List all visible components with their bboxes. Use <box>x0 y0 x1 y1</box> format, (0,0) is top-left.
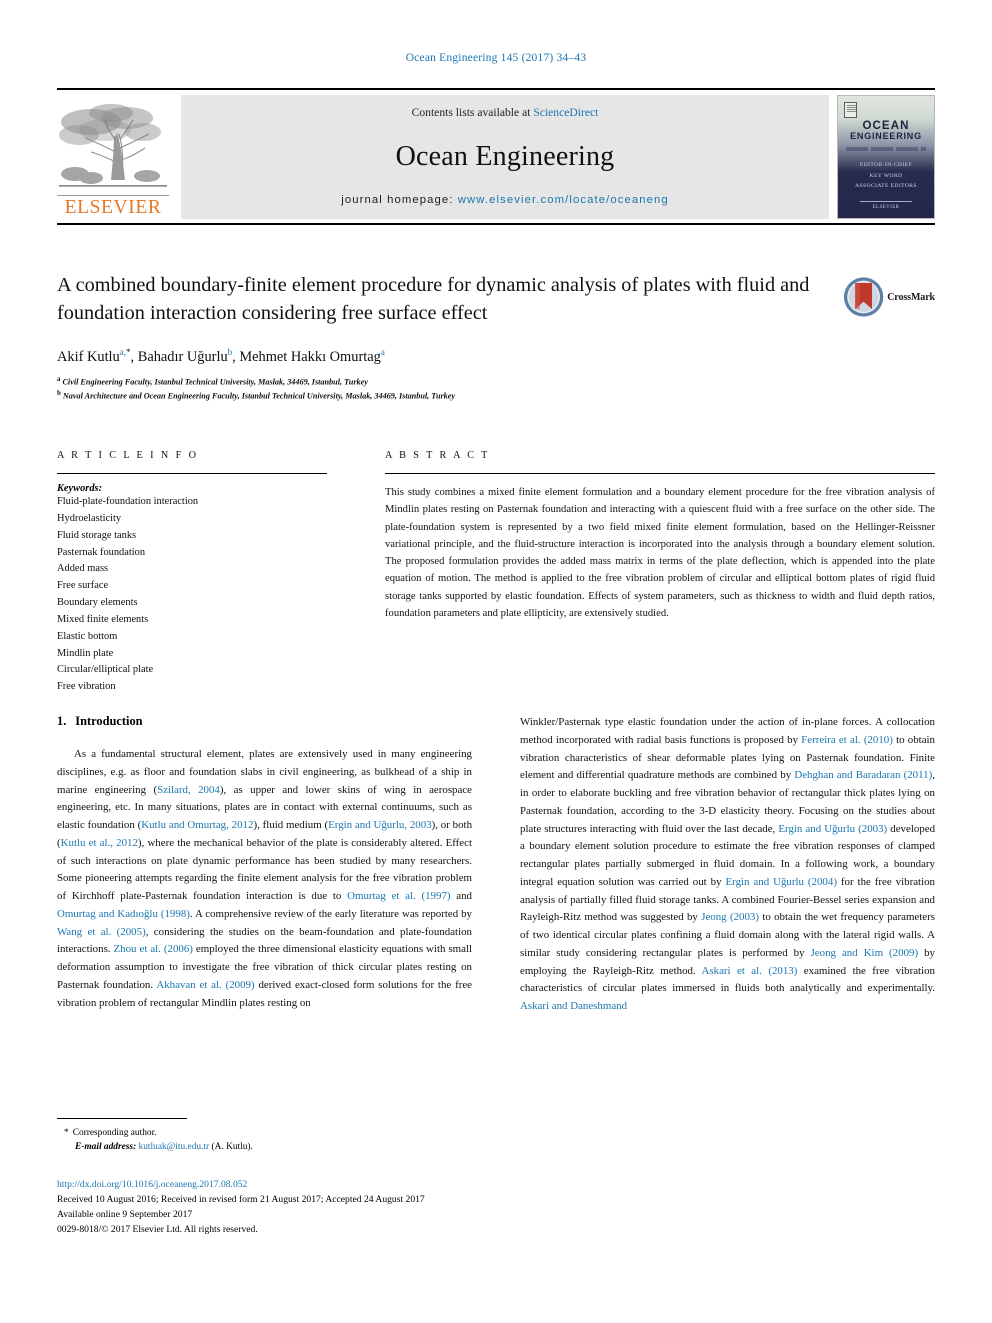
keywords-list: Fluid-plate-foundation interaction Hydro… <box>57 494 327 696</box>
crossmark-label: CrossMark <box>887 291 935 303</box>
keyword-item: Free surface <box>57 580 109 592</box>
affiliation-text: Naval Architecture and Ocean Engineering… <box>62 392 456 402</box>
abstract-text: This study combines a mixed finite eleme… <box>385 487 935 619</box>
crossmark-icon <box>843 277 884 317</box>
title-block: CrossMark A combined boundary-finite ele… <box>57 272 935 404</box>
body-column-left: 1. Introduction As a fundamental structur… <box>57 714 472 1016</box>
keyword-item: Free vibration <box>57 681 116 693</box>
footnote-star: * <box>64 1128 69 1138</box>
keyword-item: Fluid-plate-foundation interaction <box>57 496 199 507</box>
homepage-url-link[interactable]: www.elsevier.com/locate/oceaneng <box>458 194 669 206</box>
body-columns: 1. Introduction As a fundamental structur… <box>57 714 935 1016</box>
article-history: Received 10 August 2016; Received in rev… <box>57 1193 425 1205</box>
keyword-item: Mixed finite elements <box>57 613 149 625</box>
cover-tagline-bar <box>846 147 926 151</box>
elsevier-logo: ELSEVIER <box>57 95 175 219</box>
cover-editor-line: EDITOR-IN-CHIEF <box>859 162 913 168</box>
running-head: Ocean Engineering 145 (2017) 34–43 <box>405 52 587 64</box>
affiliation-item: b Naval Architecture and Ocean Engineeri… <box>57 389 935 403</box>
affiliation-item: a Civil Engineering Faculty, Istanbul Te… <box>57 375 935 389</box>
affiliation-list: a Civil Engineering Faculty, Istanbul Te… <box>57 375 935 404</box>
corresponding-author-text: Corresponding author. <box>72 1128 157 1138</box>
intro-paragraph-right: Winkler/Pasternak type elastic foundatio… <box>520 716 936 1013</box>
keyword-item: Pasternak foundation <box>57 546 146 558</box>
cover-footer-rule <box>860 201 912 202</box>
email-owner: (A. Kutlu). <box>211 1142 253 1153</box>
abstract-column: A B S T R A C T This study combines a mi… <box>385 450 935 696</box>
footnote-rule <box>57 1118 187 1119</box>
section-number: 1. <box>57 714 67 728</box>
email-label: E-mail address: <box>75 1142 137 1153</box>
journal-title: Ocean Engineering <box>395 140 615 172</box>
footnote-block: * Corresponding author. E-mail address: k… <box>57 1118 472 1154</box>
intro-paragraph-left: As a fundamental structural element, pla… <box>57 748 473 1009</box>
page-title: A combined boundary-finite element proce… <box>57 274 810 324</box>
cover-editor-lines: EDITOR-IN-CHIEF KEY WORD ASSOCIATE EDITO… <box>838 160 934 192</box>
journal-cover-thumbnail: OCEAN ENGINEERING EDITOR-IN-CHIEF KEY WO… <box>837 95 935 219</box>
affiliation-mark: a <box>57 375 61 383</box>
abstract-heading: A B S T R A C T <box>385 450 490 461</box>
copyright-line: 0029-8018/© 2017 Elsevier Ltd. All right… <box>57 1223 258 1235</box>
author-list: Akif Kutlua,*, Bahadır Uğurlub, Mehmet H… <box>57 347 935 366</box>
elsevier-tree-icon <box>59 103 167 187</box>
author-name: Mehmet Hakkı Omurtag <box>239 348 381 365</box>
banner-bottom-rule <box>57 223 935 225</box>
banner-center-panel: Contents lists available at ScienceDirec… <box>181 95 829 219</box>
affiliation-text: Civil Engineering Faculty, Istanbul Tech… <box>62 377 368 387</box>
cover-editor-line: KEY WORD <box>869 172 903 179</box>
author-separator: , <box>130 348 138 365</box>
article-info-heading: A R T I C L E I N F O <box>57 450 199 461</box>
author-name: Bahadır Uğurlu <box>137 348 228 365</box>
homepage-label: journal homepage: <box>341 194 458 206</box>
author-affil-mark: a <box>380 347 385 358</box>
section-heading-introduction: 1. Introduction <box>57 714 472 729</box>
keyword-item: Boundary elements <box>57 597 138 609</box>
keyword-item: Elastic bottom <box>57 630 118 642</box>
email-note: E-mail address: kutluak@itu.edu.tr (A. K… <box>57 1140 472 1154</box>
cover-elsevier-mark-icon <box>844 102 857 118</box>
paper-page: Ocean Engineering 145 (2017) 34–43 ELSEV… <box>0 0 992 1323</box>
available-online: Available online 9 September 2017 <box>57 1208 193 1220</box>
cover-editor-line: ASSOCIATE EDITORS <box>855 183 917 190</box>
article-info-rule <box>57 473 327 474</box>
contents-prefix: Contents lists available at <box>411 106 534 119</box>
email-link[interactable]: kutluak@itu.edu.tr <box>139 1142 210 1152</box>
keyword-item: Mindlin plate <box>57 647 114 659</box>
keyword-item: Fluid storage tanks <box>57 529 137 541</box>
cover-footer: ELSEVIER <box>838 201 934 210</box>
author-name: Akif Kutlu <box>57 348 120 365</box>
cover-footer-label: ELSEVIER <box>872 205 900 210</box>
banner-top-rule <box>57 88 935 90</box>
corresponding-author-note: * Corresponding author. <box>57 1126 472 1140</box>
body-column-right: Winkler/Pasternak type elastic foundatio… <box>520 714 935 1016</box>
elsevier-wordmark: ELSEVIER <box>57 194 169 218</box>
section-title: Introduction <box>75 714 143 728</box>
crossmark-badge[interactable]: CrossMark <box>843 274 935 320</box>
cover-title: OCEAN ENGINEERING <box>838 120 934 142</box>
contents-list-line: Contents lists available at ScienceDirec… <box>412 106 599 119</box>
keywords-label: Keywords: <box>57 483 103 494</box>
keyword-item: Added mass <box>57 563 109 575</box>
affiliation-mark: b <box>57 390 61 398</box>
footer-block: http://dx.doi.org/10.1016/j.oceaneng.201… <box>57 1178 557 1237</box>
doi-link[interactable]: http://dx.doi.org/10.1016/j.oceaneng.201… <box>57 1178 557 1193</box>
article-info-column: A R T I C L E I N F O Keywords: Fluid-pl… <box>57 450 327 696</box>
info-abstract-row: A R T I C L E I N F O Keywords: Fluid-pl… <box>57 450 935 696</box>
journal-banner: ELSEVIER Contents lists available at Sci… <box>57 88 935 225</box>
cover-title-sub: ENGINEERING <box>850 131 922 142</box>
sciencedirect-link[interactable]: ScienceDirect <box>533 106 598 119</box>
abstract-rule <box>385 473 935 474</box>
keyword-item: Circular/elliptical plate <box>57 664 154 676</box>
journal-homepage-line: journal homepage: www.elsevier.com/locat… <box>341 194 669 206</box>
keyword-item: Hydroelasticity <box>57 512 122 524</box>
